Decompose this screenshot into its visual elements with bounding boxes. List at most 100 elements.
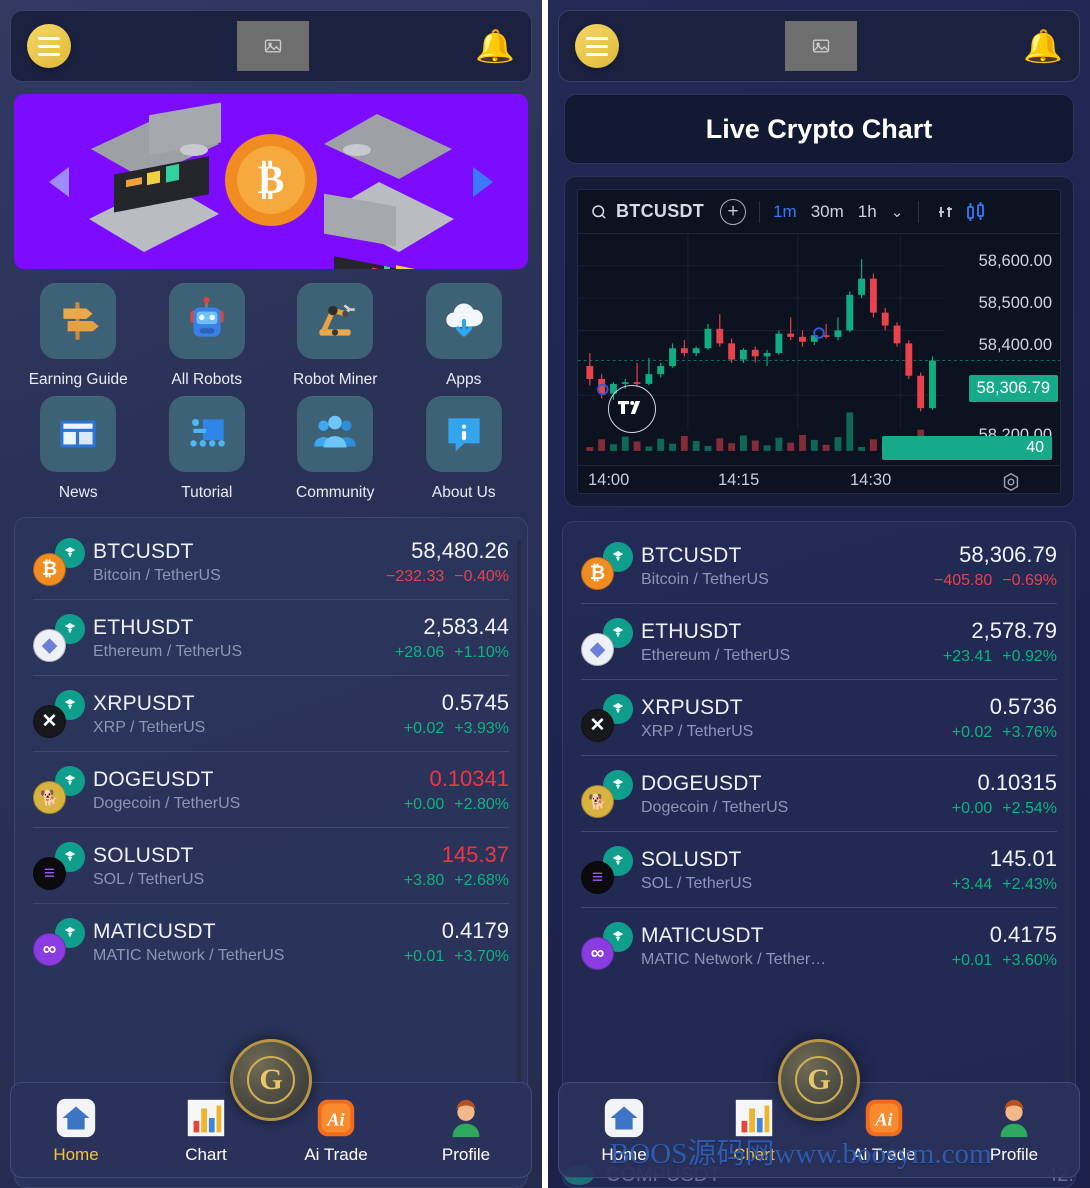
nav-item-profile[interactable]: Profile [424, 1095, 508, 1165]
plus-circle-icon[interactable]: + [720, 198, 747, 225]
ticker-change-pct: −0.69% [1002, 572, 1057, 589]
ticker-change: +3.44 +2.43% [952, 876, 1057, 894]
list-scrollbar[interactable] [517, 540, 521, 1171]
bell-icon[interactable]: 🔔 [475, 30, 515, 62]
menu-item-apps[interactable]: Apps [400, 283, 529, 392]
last-price-badge: 58,306.79 [968, 375, 1058, 402]
bottom-nav-left: Home Chart G Ai Ai Trade Profile [10, 1039, 532, 1178]
coin-pair-icon: 🐕 [581, 770, 633, 818]
ticker-row[interactable]: ✕ XRPUSDT XRP / TetherUS 0.5745 +0.02 +3.93% [33, 676, 509, 753]
coin-pair-icon: ₿ [581, 542, 633, 590]
ticker-pair: Bitcoin / TetherUS [641, 570, 769, 588]
coin-pair-icon: ◆ [581, 618, 633, 666]
ticker-row[interactable]: ∞ MATICUSDT MATIC Network / Tether… 0.4175 +… [581, 908, 1057, 983]
menu-item-all-robots[interactable]: All Robots [143, 283, 272, 392]
chevron-left-icon[interactable] [49, 166, 69, 197]
newspaper-icon [40, 396, 117, 473]
bell-icon[interactable]: 🔔 [1023, 30, 1063, 62]
ticker-row[interactable]: ∞ MATICUSDT MATIC Network / TetherUS 0.4179… [33, 904, 509, 979]
dual-screenshot-stage: 🔔 ₿ Earning Guide All Robots Robot Miner… [0, 0, 1090, 1188]
ticker-row[interactable]: 🐕 DOGEUSDT Dogecoin / TetherUS 0.10315 +0.00… [581, 756, 1057, 832]
presentation-icon [168, 396, 245, 473]
ticker-symbol: MATICUSDT [641, 923, 764, 947]
menu-item-about-us[interactable]: About Us [400, 396, 529, 505]
candlestick-icon[interactable] [964, 200, 988, 224]
svg-text:Ai: Ai [874, 1110, 892, 1130]
ticker-row[interactable]: ₿ BTCUSDT Bitcoin / TetherUS 58,480.26 −232.… [33, 524, 509, 601]
ticker-price: 0.4179 [441, 918, 509, 944]
ticker-pair: Ethereum / TetherUS [93, 642, 243, 660]
menu-grid: Earning Guide All Robots Robot Miner Apps Ne… [14, 283, 528, 505]
signpost-icon [40, 283, 117, 359]
timeframe-1h[interactable]: 1h [858, 202, 877, 222]
ticker-symbol: ETHUSDT [93, 615, 194, 639]
menu-item-community[interactable]: Community [271, 396, 400, 505]
gold-coin-icon[interactable]: G [778, 1039, 860, 1121]
coin-letter: G [247, 1056, 295, 1104]
ticker-row[interactable]: ≡ SOLUSDT SOL / TetherUS 145.01 +3.44 +2.43% [581, 832, 1057, 908]
list-scrollbar[interactable] [1065, 544, 1069, 1171]
hamburger-icon[interactable] [575, 24, 619, 68]
ticker-pair: SOL / TetherUS [93, 870, 205, 888]
coin-pair-icon: ◆ [33, 614, 85, 663]
menu-item-tutorial[interactable]: Tutorial [143, 396, 272, 505]
ticker-change: +0.00 +2.80% [404, 796, 509, 814]
y-tick-2: 58,400.00 [978, 336, 1052, 354]
chevron-right-icon[interactable] [473, 166, 493, 197]
nav-item-label: Profile [989, 1145, 1039, 1164]
nav-item-label: Ai Trade [304, 1145, 368, 1164]
menu-item-label: Robot Miner [293, 371, 378, 388]
ticker-change-pct: +3.93% [454, 720, 509, 738]
nav-item-label: Profile [441, 1145, 491, 1164]
gold-coin-icon[interactable]: G [230, 1039, 312, 1121]
y-tick-0: 58,600.00 [978, 252, 1052, 270]
btc-icon: ₿ [581, 557, 614, 590]
menu-item-robot-miner[interactable]: Robot Miner [271, 283, 400, 392]
ticker-pair: Dogecoin / TetherUS [93, 794, 241, 812]
ticker-change: +0.02 +3.93% [404, 720, 509, 738]
ai-icon: Ai [313, 1095, 359, 1141]
banner-artwork: ₿ [14, 94, 528, 269]
user-avatar-icon [443, 1095, 489, 1141]
ticker-row[interactable]: ✕ XRPUSDT XRP / TetherUS 0.5736 +0.02 +3.76% [581, 680, 1057, 756]
ticker-change: +23.41 +0.92% [943, 648, 1057, 666]
phone-screen-home: 🔔 ₿ Earning Guide All Robots Robot Miner… [0, 0, 542, 1188]
ticker-change-abs: +0.00 [403, 796, 445, 814]
ticker-price: 0.4175 [989, 922, 1057, 947]
search-icon[interactable] [590, 203, 608, 221]
chart-plot-area[interactable]: 58,600.00 58,500.00 58,400.00 58,306.79 … [578, 234, 1060, 493]
home-icon [53, 1095, 99, 1141]
promo-banner-carousel[interactable]: ₿ [14, 94, 528, 269]
tradingview-logo [608, 385, 656, 433]
hamburger-icon[interactable] [27, 24, 71, 68]
ticker-row[interactable]: ◆ ETHUSDT Ethereum / TetherUS 2,578.79 +23.4… [581, 604, 1057, 680]
ticker-change-pct: +2.43% [1002, 876, 1057, 893]
info-bubble-icon [425, 396, 502, 473]
robot-arm-icon [297, 283, 374, 359]
tradingview-widget[interactable]: BTCUSDT + 1m 30m 1h ⌄ 58,600.00 58,500.0… [577, 189, 1061, 494]
ticker-row[interactable]: ₿ BTCUSDT Bitcoin / TetherUS 58,306.79 −405.… [581, 528, 1057, 604]
ticker-symbol: DOGEUSDT [641, 771, 762, 795]
ticker-pair: Dogecoin / TetherUS [641, 798, 789, 816]
coin-pair-icon: ∞ [581, 922, 633, 970]
ticker-pair: Bitcoin / TetherUS [93, 566, 221, 584]
menu-item-earning-guide[interactable]: Earning Guide [14, 283, 143, 392]
chevron-down-icon[interactable]: ⌄ [891, 203, 904, 221]
timeframe-30m[interactable]: 30m [811, 202, 844, 222]
ticker-symbol: SOLUSDT [93, 843, 194, 867]
ticker-change-abs: −232.33 [386, 568, 445, 586]
chart-symbol[interactable]: BTCUSDT [616, 201, 704, 222]
menu-item-label: All Robots [171, 371, 243, 388]
nav-item-home[interactable]: Home [34, 1095, 118, 1165]
ticker-price: 145.01 [989, 846, 1057, 871]
ticker-row[interactable]: ≡ SOLUSDT SOL / TetherUS 145.37 +3.80 +2.68% [33, 828, 509, 905]
ticker-row[interactable]: ◆ ETHUSDT Ethereum / TetherUS 2,583.44 +28.0… [33, 600, 509, 677]
matic-icon: ∞ [581, 937, 614, 970]
ticker-row[interactable]: 🐕 DOGEUSDT Dogecoin / TetherUS 0.10341 +0.00… [33, 752, 509, 829]
x-tick-1: 14:15 [718, 471, 760, 489]
menu-item-news[interactable]: News [14, 396, 143, 505]
ticker-change: +3.80 +2.68% [404, 872, 509, 890]
indicators-icon[interactable] [936, 200, 960, 224]
broken-image-icon [785, 21, 858, 71]
timeframe-1m[interactable]: 1m [773, 202, 797, 222]
